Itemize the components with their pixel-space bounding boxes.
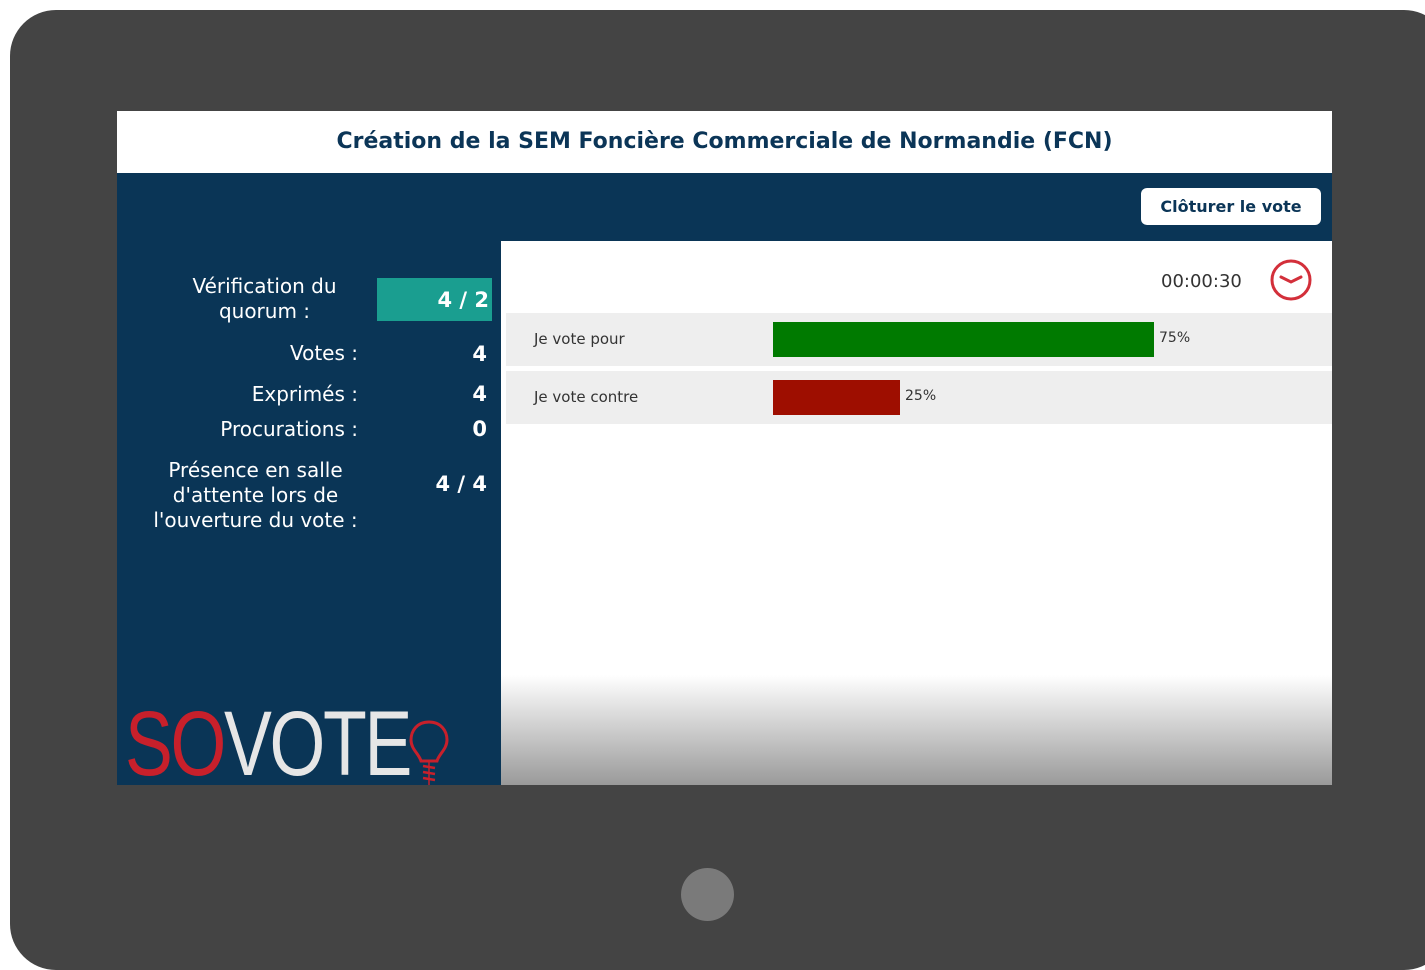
lightbulb-icon [409,720,449,785]
vote-screen: Création de la SEM Foncière Commerciale … [117,111,1332,785]
clock-icon [1270,259,1312,301]
result-bar-pour [773,322,1154,357]
results-panel: 00:00:30 Je vote pour 75% Je vote contre… [501,241,1332,785]
exprimes-value: 4 [472,382,487,406]
home-button[interactable] [681,868,734,921]
bottom-fade [501,675,1332,785]
result-label: Je vote contre [534,388,639,406]
quorum-value: 4 / 2 [437,288,489,312]
result-percent: 25% [905,388,937,404]
timer-display: 00:00:30 [1161,271,1242,292]
result-bar-contre [773,380,900,415]
page-title: Création de la SEM Foncière Commerciale … [117,111,1332,173]
result-label: Je vote pour [534,330,625,348]
procurations-label: Procurations : [220,417,358,441]
result-percent: 75% [1159,330,1191,346]
top-bar: Clôturer le vote [117,173,1332,241]
logo-part-vote: VOTE [224,693,412,785]
votes-value: 4 [472,342,487,366]
votes-label: Votes : [289,341,358,365]
result-row-pour: Je vote pour 75% [506,313,1332,366]
stats-panel: Vérification du quorum : 4 / 2 Votes : 4… [117,241,501,785]
result-row-contre: Je vote contre 25% [506,371,1332,424]
quorum-label: Vérification du quorum : [192,274,337,323]
exprimes-label: Exprimés : [251,382,358,406]
presence-label: Présence en salle d'attente lors de l'ou… [153,458,358,532]
logo-part-so: SO [125,693,226,785]
close-vote-button[interactable]: Clôturer le vote [1141,188,1321,225]
procurations-value: 0 [472,417,487,441]
presence-value: 4 / 4 [435,472,487,496]
sovote-logo: SOVOTE [125,698,412,785]
